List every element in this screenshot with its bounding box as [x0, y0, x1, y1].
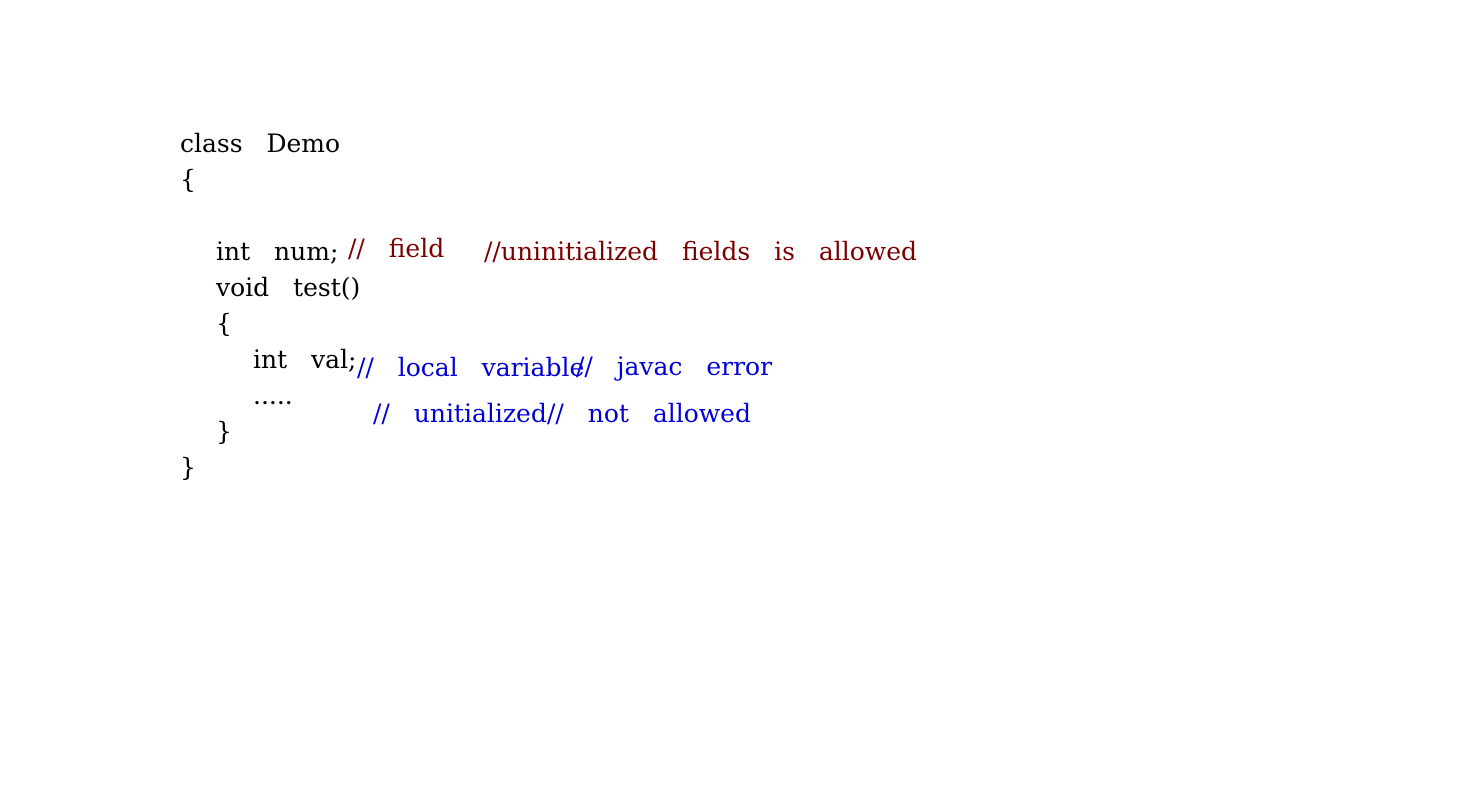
javac-error-comment: // javac error: [576, 352, 773, 381]
field-note-comment: //uninitialized fields is allowed: [484, 237, 917, 266]
code-line-local: int val;: [253, 345, 357, 374]
local-variable-comment: // local variable: [357, 353, 585, 382]
code-line-method-close-brace: }: [216, 417, 232, 446]
not-allowed-comment: // not allowed: [547, 399, 751, 428]
uninitialized-comment: // unitialized: [373, 399, 547, 428]
code-line-field: int num;: [216, 237, 339, 266]
code-line-open-brace: {: [180, 165, 196, 194]
code-line-method-open-brace: {: [216, 309, 232, 338]
code-line-ellipsis: .....: [253, 381, 293, 410]
code-line-class: class Demo: [180, 129, 341, 158]
code-line-method: void test(): [216, 273, 361, 302]
slide: class Demo { int num; // field //uniniti…: [0, 0, 1481, 794]
field-comment: // field: [348, 234, 445, 263]
code-line-close-brace: }: [180, 453, 196, 482]
